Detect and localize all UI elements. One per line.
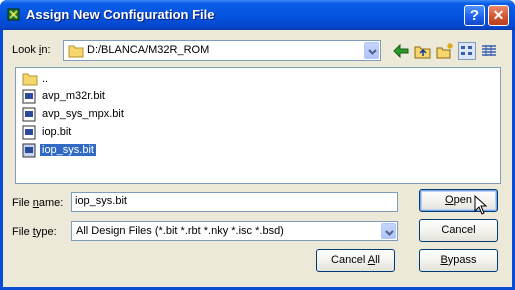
dialog-body: Look in: D:/BLANCA/M32R_ROM .. avp_m32r.… [3, 30, 512, 287]
list-view-icon[interactable] [458, 42, 476, 60]
look-in-dropdown-button[interactable] [364, 42, 379, 59]
file-icon [22, 107, 36, 122]
folder-icon [22, 73, 38, 86]
cancel-button[interactable]: Cancel [419, 219, 498, 242]
cancel-all-button[interactable]: Cancel All [316, 249, 395, 272]
app-icon [7, 8, 20, 21]
look-in-combo[interactable]: D:/BLANCA/M32R_ROM [63, 40, 381, 61]
file-type-label: File type: [12, 226, 57, 238]
list-item-label: iop.bit [42, 126, 72, 138]
list-item-selected[interactable]: iop_sys.bit [20, 142, 97, 160]
mouse-cursor-icon [474, 195, 488, 215]
list-item-label: avp_m32r.bit [42, 90, 105, 102]
details-view-icon[interactable] [480, 42, 498, 60]
list-item[interactable]: iop.bit [20, 124, 71, 142]
list-item-label: iop_sys.bit [39, 143, 97, 157]
title-bar[interactable]: Assign New Configuration File ? ✕ [0, 0, 515, 30]
look-in-path: D:/BLANCA/M32R_ROM [87, 44, 210, 56]
new-folder-icon[interactable] [436, 42, 454, 60]
list-item[interactable]: avp_sys_mpx.bit [20, 106, 124, 124]
file-list[interactable]: .. avp_m32r.bit avp_sys_mpx.bit iop.bit … [15, 67, 501, 184]
chevron-down-icon [368, 49, 377, 55]
file-name-input[interactable] [75, 195, 375, 207]
file-type-dropdown-button[interactable] [381, 223, 396, 239]
list-item[interactable]: .. [20, 71, 48, 89]
file-name-label: File name: [12, 197, 64, 209]
close-button[interactable]: ✕ [488, 5, 509, 26]
file-icon [22, 89, 36, 104]
list-item-label: .. [42, 73, 49, 85]
file-icon [22, 125, 36, 140]
help-button[interactable]: ? [464, 5, 485, 26]
up-folder-icon[interactable] [414, 42, 432, 60]
chevron-down-icon [385, 230, 394, 236]
file-type-value: All Design Files (*.bit *.rbt *.nky *.is… [76, 225, 284, 237]
folder-icon [68, 45, 84, 58]
back-arrow-icon[interactable] [392, 42, 410, 60]
file-name-field[interactable] [71, 192, 398, 212]
window-title: Assign New Configuration File [26, 7, 215, 22]
file-type-combo[interactable]: All Design Files (*.bit *.rbt *.nky *.is… [71, 221, 398, 241]
look-in-label: Look in: [12, 44, 51, 56]
dialog-window: Assign New Configuration File ? ✕ Look i… [0, 0, 515, 290]
list-item-label: avp_sys_mpx.bit [42, 108, 124, 120]
list-item[interactable]: avp_m32r.bit [20, 88, 105, 106]
file-icon [22, 143, 36, 158]
bypass-button[interactable]: Bypass [419, 249, 498, 272]
